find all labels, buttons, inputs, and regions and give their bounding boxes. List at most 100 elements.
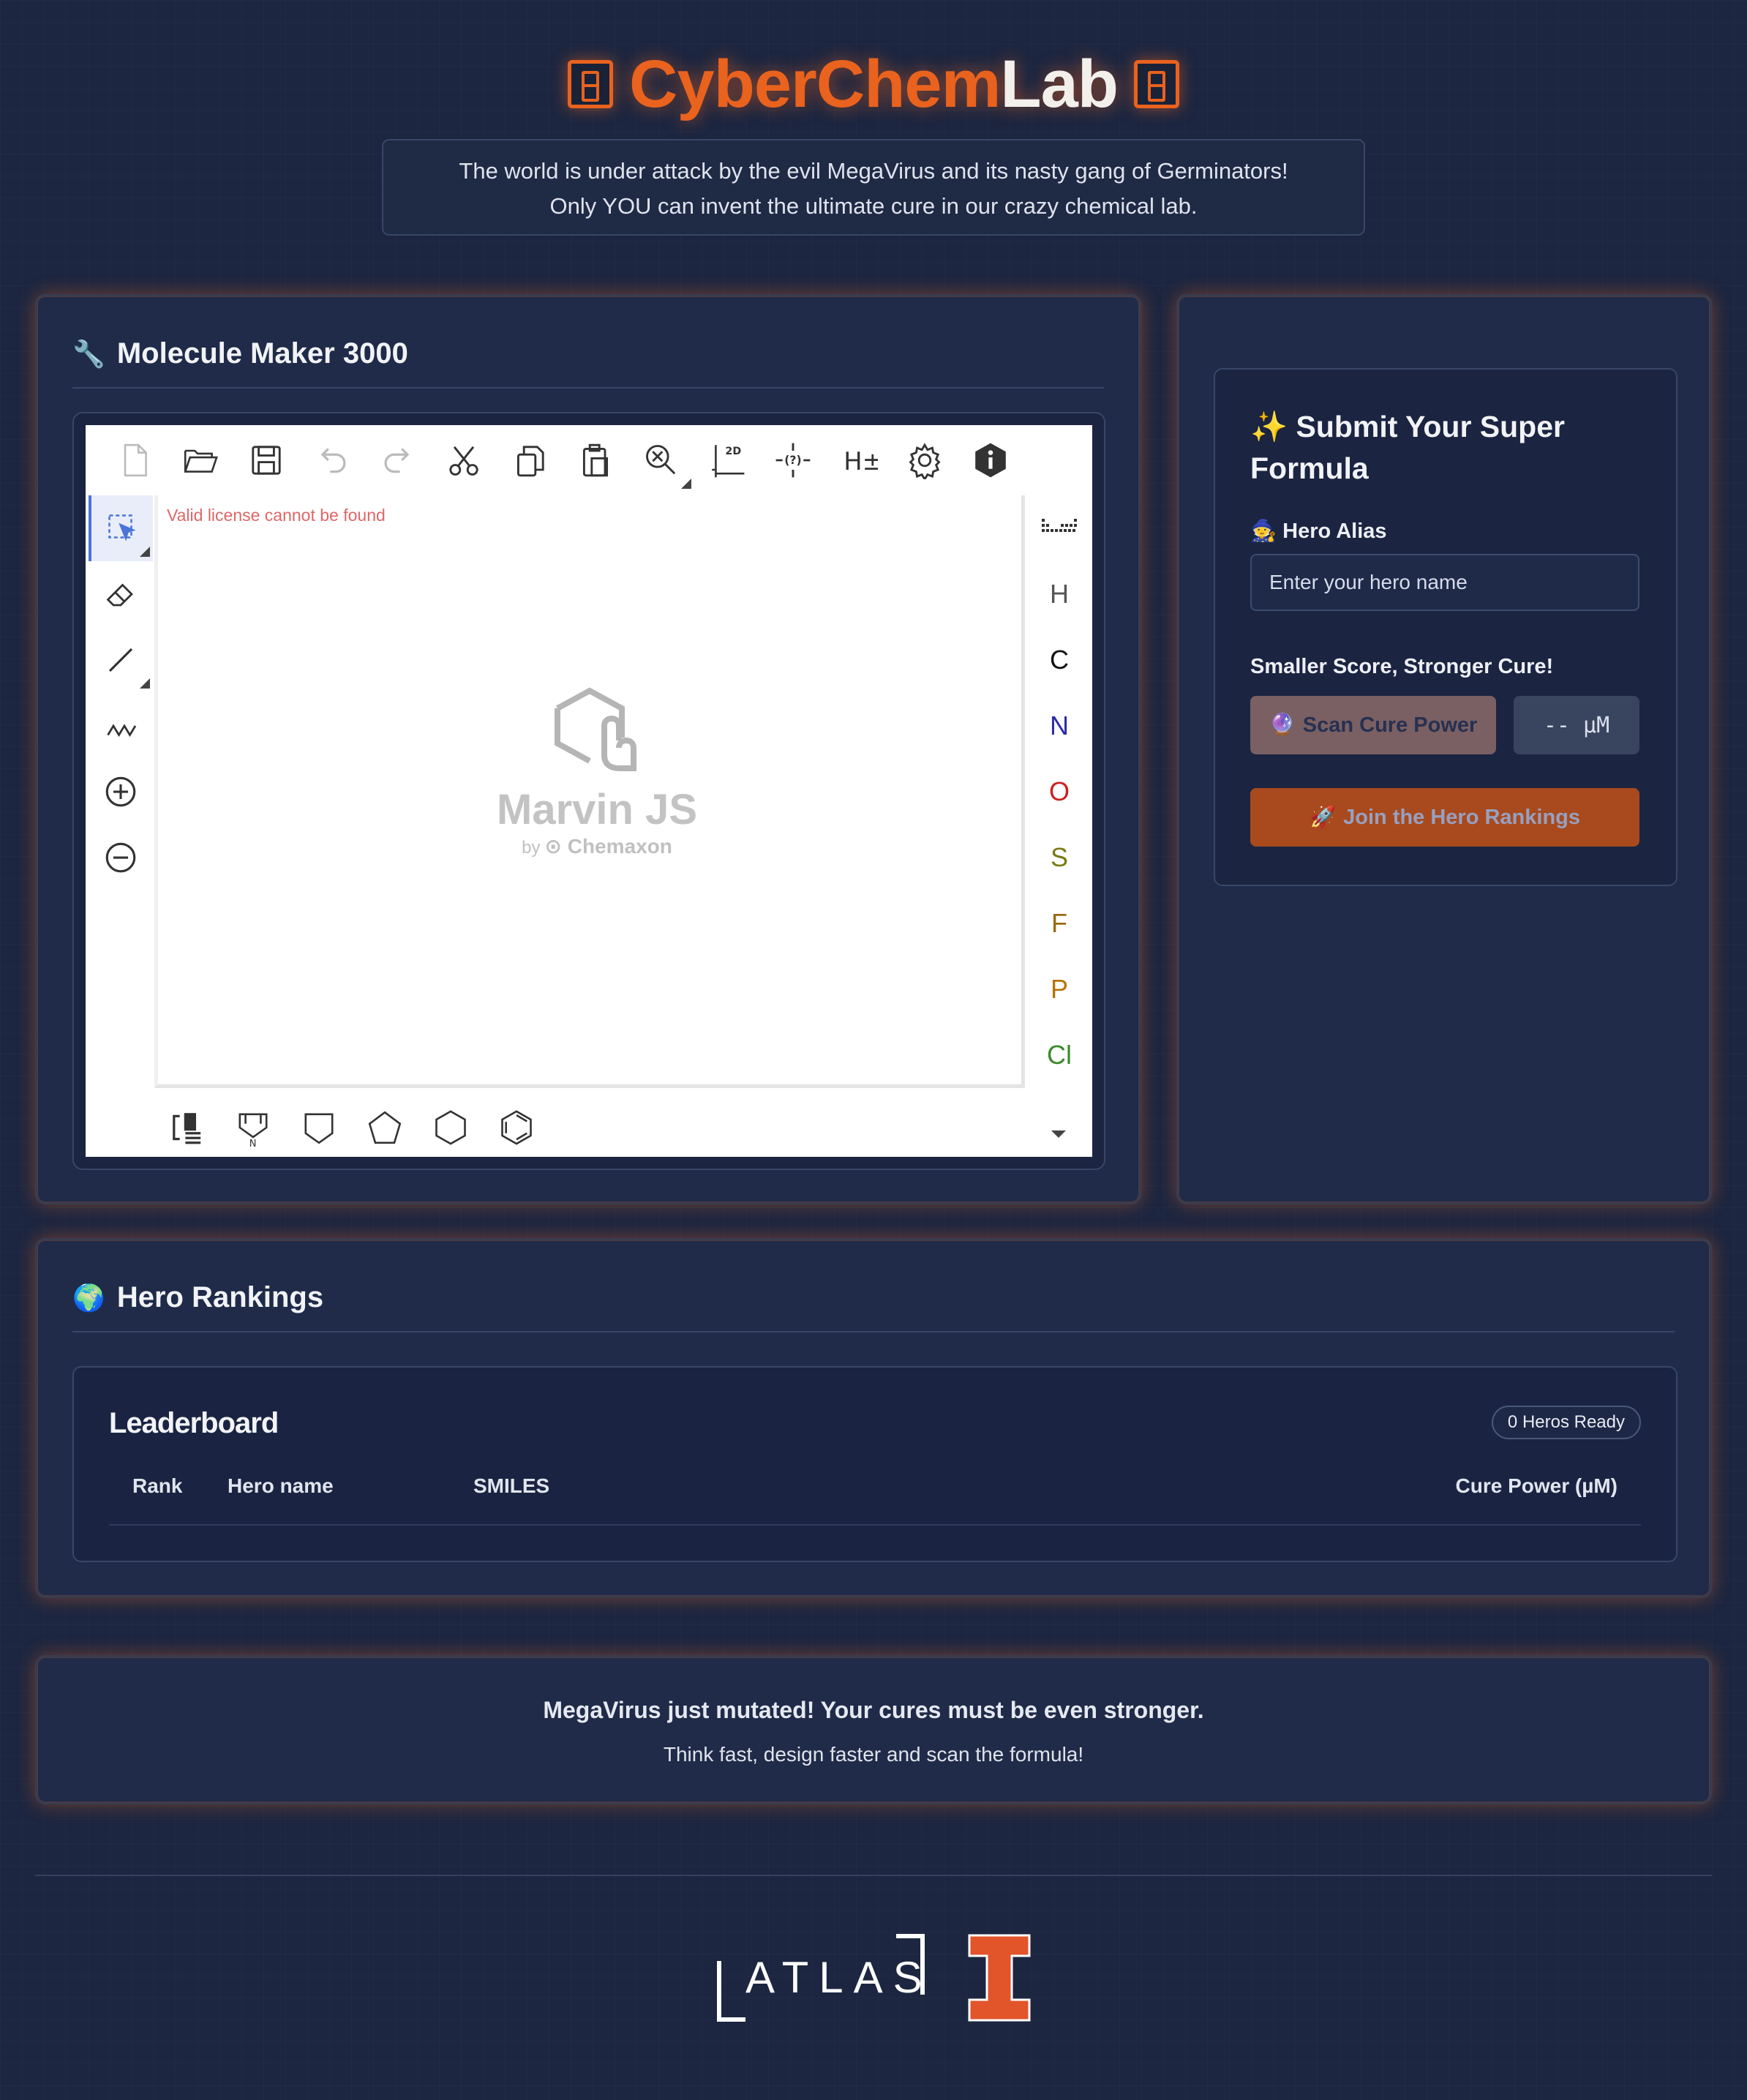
bond-icon[interactable] xyxy=(89,627,153,693)
element-s[interactable]: S xyxy=(1026,825,1092,890)
divider xyxy=(72,1331,1675,1332)
template-n-icon[interactable]: N xyxy=(220,1098,286,1157)
globe-icon: 🌍 xyxy=(72,1282,105,1313)
column-header-smiles[interactable]: SMILES xyxy=(473,1474,549,1498)
svg-text:(?): (?) xyxy=(784,454,801,467)
query-atom-icon[interactable]: (?) xyxy=(760,427,826,493)
alias-label: 🧙 Hero Alias xyxy=(1250,519,1387,544)
marvin-editor[interactable]: 2D (?) H± Valid license cannot be found … xyxy=(86,425,1092,1157)
new-document-icon[interactable] xyxy=(102,427,168,493)
alias-label-text: Hero Alias xyxy=(1282,520,1387,543)
wrench-icon: 🔧 xyxy=(72,338,105,369)
intro-line-1: The world is under attack by the evil Me… xyxy=(459,158,1288,184)
svg-text:N: N xyxy=(249,1139,257,1147)
leaderboard-title: Leaderboard xyxy=(109,1407,279,1439)
footer-logos: ATLAS xyxy=(0,1932,1747,2024)
illinois-logo[interactable] xyxy=(966,1932,1032,2023)
beaker-icon xyxy=(568,60,614,108)
element-cl[interactable]: Cl xyxy=(1026,1022,1092,1088)
heroes-ready-badge: 0 Heros Ready xyxy=(1491,1406,1641,1439)
column-header-cure-power[interactable]: Cure Power (µM) xyxy=(1456,1474,1618,1498)
mutation-banner: MegaVirus just mutated! Your cures must … xyxy=(35,1655,1712,1804)
molecule-maker-card: 🔧 Molecule Maker 3000 2D (?) H± xyxy=(35,294,1141,1204)
element-toolbar: H C N O S F P Cl xyxy=(1026,495,1092,1088)
open-folder-icon[interactable] xyxy=(168,427,233,493)
hero-alias-input[interactable] xyxy=(1250,554,1639,611)
mutation-subtitle: Think fast, design faster and scan the f… xyxy=(663,1743,1084,1766)
element-p[interactable]: P xyxy=(1026,956,1092,1022)
ring-6-icon[interactable] xyxy=(418,1098,484,1157)
title-part-cyberchem: CyberChem xyxy=(629,46,1001,121)
paste-icon[interactable] xyxy=(563,427,628,493)
rankings-title: 🌍 Hero Rankings xyxy=(72,1281,323,1314)
leaderboard: Leaderboard 0 Heros Ready Rank Hero name… xyxy=(72,1366,1678,1562)
element-h[interactable]: H xyxy=(1026,561,1092,627)
atlas-logo-text: ATLAS xyxy=(745,1953,933,2002)
app-title: CyberChemLab xyxy=(629,46,1119,123)
charge-plus-icon[interactable] xyxy=(89,759,153,825)
license-warning: Valid license cannot be found xyxy=(167,506,386,525)
scan-cure-power-button[interactable]: 🔮 Scan Cure Power xyxy=(1250,696,1496,754)
title-part-lab: Lab xyxy=(1000,46,1119,121)
submit-title-text: Submit Your Super Formula xyxy=(1250,410,1565,485)
cut-icon[interactable] xyxy=(431,427,497,493)
drawing-canvas[interactable]: Valid license cannot be found Marvin JS … xyxy=(154,495,1025,1088)
bottom-toolbar: N xyxy=(154,1098,549,1157)
crystal-ball-icon: 🔮 xyxy=(1269,713,1296,737)
title-row: CyberChemLab xyxy=(0,44,1747,124)
molecule-maker-title: 🔧 Molecule Maker 3000 xyxy=(72,337,408,370)
join-rankings-button[interactable]: 🚀 Join the Hero Rankings xyxy=(1250,788,1639,847)
save-icon[interactable] xyxy=(233,427,299,493)
chemaxon-icon: ⊙ xyxy=(544,835,568,858)
page-header: CyberChemLab The world is under attack b… xyxy=(0,44,1747,236)
molecule-maker-title-text: Molecule Maker 3000 xyxy=(116,337,408,370)
element-o[interactable]: O xyxy=(1026,759,1092,825)
svg-text:2D: 2D xyxy=(725,446,741,457)
marvin-byline: by ⊙ Chemaxon xyxy=(473,834,721,858)
beaker-icon xyxy=(1133,60,1179,108)
eraser-icon[interactable] xyxy=(89,561,153,627)
table-divider xyxy=(109,1524,1641,1526)
charge-minus-icon[interactable] xyxy=(89,825,153,890)
top-toolbar: 2D (?) H± xyxy=(86,425,1092,495)
clean-2d-icon[interactable]: 2D xyxy=(694,427,760,493)
hydrogen-toggle-icon[interactable]: H± xyxy=(826,427,892,493)
settings-icon[interactable] xyxy=(892,427,958,493)
redo-icon[interactable] xyxy=(365,427,431,493)
copy-icon[interactable] xyxy=(497,427,563,493)
element-f[interactable]: F xyxy=(1026,890,1092,956)
illinois-block-i-icon xyxy=(968,1934,1031,2022)
intro-line-2: Only YOU can invent the ultimate cure in… xyxy=(549,193,1198,219)
rocket-icon: 🚀 xyxy=(1310,806,1337,829)
chevron-down-icon[interactable] xyxy=(1051,1130,1066,1138)
undo-icon[interactable] xyxy=(299,427,365,493)
rankings-card: 🌍 Hero Rankings Leaderboard 0 Heros Read… xyxy=(35,1238,1712,1598)
element-c[interactable]: C xyxy=(1026,627,1092,693)
submit-panel: ✨ Submit Your Super Formula 🧙 Hero Alias… xyxy=(1214,368,1678,886)
periodic-table-icon[interactable] xyxy=(1026,495,1092,561)
bracket-icon[interactable] xyxy=(154,1098,220,1157)
benzene-icon[interactable] xyxy=(484,1098,549,1157)
column-header-rank[interactable]: Rank xyxy=(132,1474,182,1498)
marvin-by: by xyxy=(522,838,541,858)
sparkles-icon: ✨ xyxy=(1250,410,1288,443)
join-label: Join the Hero Rankings xyxy=(1343,805,1580,829)
element-n[interactable]: N xyxy=(1026,693,1092,759)
submit-card: ✨ Submit Your Super Formula 🧙 Hero Alias… xyxy=(1176,294,1712,1204)
wizard-icon: 🧙 xyxy=(1250,520,1277,543)
info-icon[interactable] xyxy=(958,427,1023,493)
ring-5-icon[interactable] xyxy=(352,1098,418,1157)
left-toolbar xyxy=(89,495,153,890)
ring-4-icon[interactable] xyxy=(286,1098,352,1157)
atlas-logo[interactable]: ATLAS xyxy=(715,1932,927,2024)
score-hint: Smaller Score, Stronger Cure! xyxy=(1250,655,1554,678)
zoom-icon[interactable] xyxy=(628,427,694,493)
intro-box: The world is under attack by the evil Me… xyxy=(382,139,1365,236)
submit-title: ✨ Submit Your Super Formula xyxy=(1250,406,1631,490)
divider xyxy=(72,387,1104,389)
select-icon[interactable] xyxy=(89,495,153,561)
marvin-name: Marvin JS xyxy=(497,786,697,833)
column-header-hero-name[interactable]: Hero name xyxy=(228,1474,334,1498)
chain-icon[interactable] xyxy=(89,693,153,759)
marvin-vendor: Chemaxon xyxy=(567,835,672,858)
